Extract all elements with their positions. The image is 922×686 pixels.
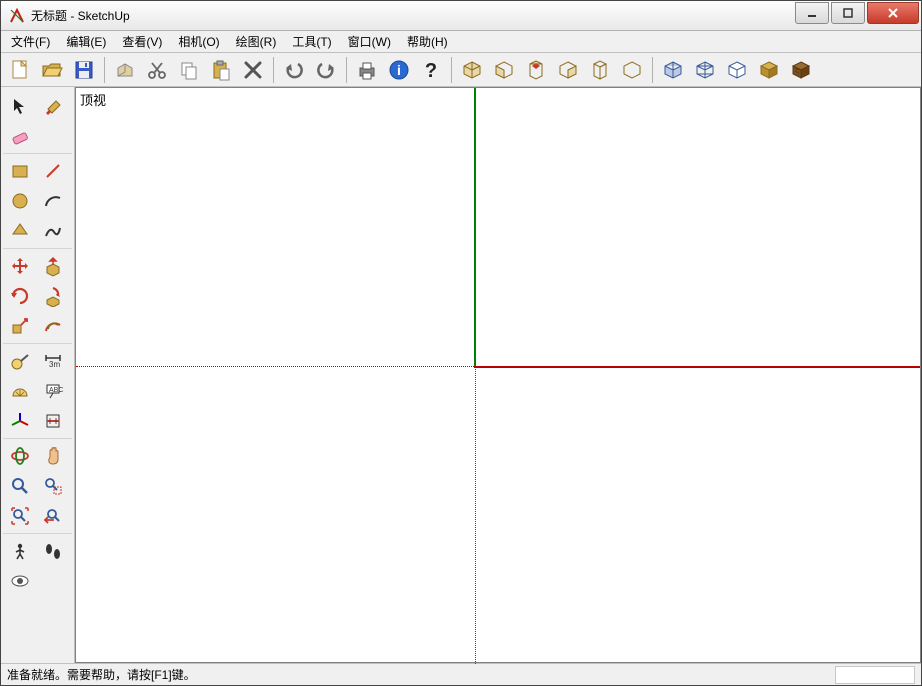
red-axis [474, 366, 920, 368]
titlebar: 无标题 - SketchUp [1, 1, 921, 31]
scale-tool-icon[interactable] [3, 311, 36, 341]
right-view-icon[interactable] [553, 55, 583, 85]
line-tool-icon[interactable] [36, 156, 69, 186]
model-info-icon[interactable] [110, 55, 140, 85]
previous-view-tool-icon[interactable] [36, 501, 69, 531]
content-area: 3m ABC [1, 87, 921, 663]
toolbar-top: i ? [1, 53, 921, 87]
green-axis [474, 88, 476, 366]
viewport[interactable]: 顶视 [75, 87, 921, 663]
minimize-button[interactable] [795, 2, 829, 24]
help-icon[interactable]: ? [416, 55, 446, 85]
app-window: 无标题 - SketchUp 文件(F) 编辑(E) 查看(V) 相机(O) 绘… [0, 0, 922, 686]
menubar: 文件(F) 编辑(E) 查看(V) 相机(O) 绘图(R) 工具(T) 窗口(W… [1, 31, 921, 53]
freehand-tool-icon[interactable] [36, 216, 69, 246]
save-icon[interactable] [69, 55, 99, 85]
menu-view[interactable]: 查看(V) [114, 31, 170, 52]
statusbar: 准备就绪。需要帮助，请按[F1]键。 [1, 663, 921, 685]
protractor-tool-icon[interactable] [3, 376, 36, 406]
dimension-tool-icon[interactable]: 3m [36, 346, 69, 376]
menu-window[interactable]: 窗口(W) [340, 31, 399, 52]
iso-view-icon[interactable] [457, 55, 487, 85]
new-icon[interactable] [5, 55, 35, 85]
axes-tool-icon[interactable] [3, 406, 36, 436]
tape-tool-icon[interactable] [3, 346, 36, 376]
paint-tool-icon[interactable] [36, 91, 69, 121]
red-axis-dotted [76, 366, 474, 367]
section-tool-icon[interactable] [36, 406, 69, 436]
menu-tools[interactable]: 工具(T) [284, 31, 339, 52]
undo-icon[interactable] [279, 55, 309, 85]
zoom-tool-icon[interactable] [3, 471, 36, 501]
view-label: 顶视 [80, 90, 106, 109]
side-toolbar: 3m ABC [1, 87, 75, 663]
status-text: 准备就绪。需要帮助，请按[F1]键。 [7, 666, 196, 683]
zoom-window-tool-icon[interactable] [36, 471, 69, 501]
paste-icon[interactable] [206, 55, 236, 85]
menu-draw[interactable]: 绘图(R) [228, 31, 285, 52]
svg-text:3m: 3m [49, 360, 60, 369]
select-tool-icon[interactable] [3, 91, 36, 121]
top-view-icon[interactable] [521, 55, 551, 85]
left-view-icon[interactable] [617, 55, 647, 85]
pushpull-tool-icon[interactable] [36, 251, 69, 281]
delete-icon[interactable] [238, 55, 268, 85]
offset-tool-icon[interactable] [36, 311, 69, 341]
copy-icon[interactable] [174, 55, 204, 85]
menu-file[interactable]: 文件(F) [3, 31, 58, 52]
svg-text:i: i [397, 62, 401, 78]
arc-tool-icon[interactable] [36, 186, 69, 216]
orbit-tool-icon[interactable] [3, 441, 36, 471]
menu-edit[interactable]: 编辑(E) [58, 31, 114, 52]
circle-tool-icon[interactable] [3, 186, 36, 216]
move-tool-icon[interactable] [3, 251, 36, 281]
cut-icon[interactable] [142, 55, 172, 85]
pan-tool-icon[interactable] [36, 441, 69, 471]
followme-tool-icon[interactable] [36, 281, 69, 311]
back-view-icon[interactable] [585, 55, 615, 85]
xray-icon[interactable] [658, 55, 688, 85]
shaded-textures-icon[interactable] [786, 55, 816, 85]
green-axis-dotted [475, 366, 476, 664]
shaded-icon[interactable] [754, 55, 784, 85]
menu-camera[interactable]: 相机(O) [170, 31, 227, 52]
text-tool-icon[interactable]: ABC [36, 376, 69, 406]
close-button[interactable] [867, 2, 919, 24]
menu-help[interactable]: 帮助(H) [399, 31, 456, 52]
rectangle-tool-icon[interactable] [3, 156, 36, 186]
hidden-line-icon[interactable] [722, 55, 752, 85]
svg-text:?: ? [425, 60, 437, 82]
maximize-button[interactable] [831, 2, 865, 24]
position-camera-tool-icon[interactable] [3, 536, 36, 566]
info-icon[interactable]: i [384, 55, 414, 85]
print-icon[interactable] [352, 55, 382, 85]
open-icon[interactable] [37, 55, 67, 85]
polygon-tool-icon[interactable] [3, 216, 36, 246]
look-around-tool-icon[interactable] [3, 566, 36, 596]
vcruler-pane [835, 666, 915, 684]
eraser-tool-icon[interactable] [3, 121, 36, 151]
front-view-icon[interactable] [489, 55, 519, 85]
wireframe-icon[interactable] [690, 55, 720, 85]
rotate-tool-icon[interactable] [3, 281, 36, 311]
walk-tool-icon[interactable] [36, 536, 69, 566]
app-icon [9, 8, 25, 24]
title-text: 无标题 - SketchUp [31, 7, 795, 24]
zoom-extents-tool-icon[interactable] [3, 501, 36, 531]
redo-icon[interactable] [311, 55, 341, 85]
svg-text:ABC: ABC [49, 387, 63, 394]
window-controls [795, 2, 919, 24]
